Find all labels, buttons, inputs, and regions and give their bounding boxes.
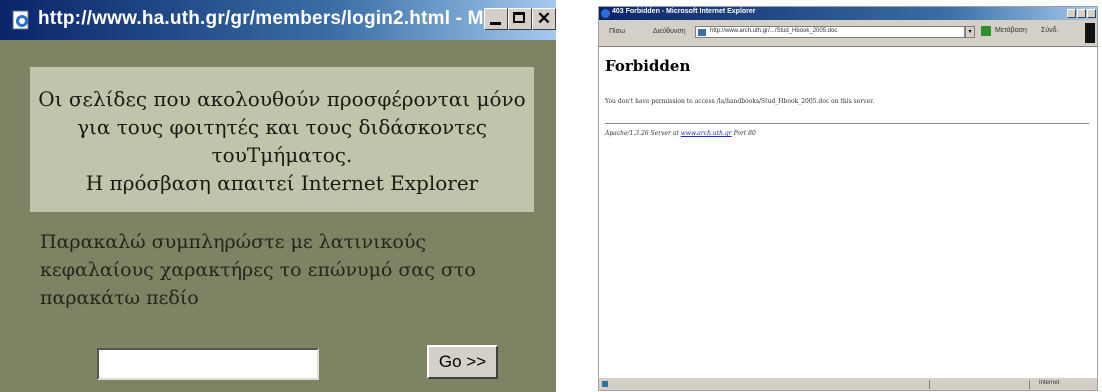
login-popup-window: http://www.ha.uth.gr/gr/members/login2.h… (0, 0, 556, 392)
maximize-button[interactable] (1077, 9, 1086, 18)
page-heading: Forbidden (605, 57, 691, 75)
surname-input[interactable] (97, 348, 319, 380)
ie-logo-icon (601, 9, 610, 18)
close-button[interactable]: ✕ (532, 8, 556, 30)
status-bar: Internet (599, 377, 1097, 390)
maximize-icon (513, 12, 525, 23)
address-bar[interactable]: http://www.arch.uth.gr/.../Stud_Hbook_20… (695, 26, 965, 38)
notice-line: για τους φοιτητές και τους διδάσκοντες (77, 115, 487, 139)
minimize-icon (490, 22, 501, 25)
window-title: http://www.ha.uth.gr/gr/members/login2.h… (38, 8, 506, 29)
links-button[interactable]: Σύνδ. (1041, 27, 1059, 34)
server-host-link[interactable]: www.arch.uth.gr (681, 130, 732, 137)
go-button[interactable]: Go >> (427, 345, 498, 379)
access-notice-text: Οι σελίδες που ακολουθούν προσφέρονται μ… (30, 85, 534, 197)
page-icon (698, 29, 706, 36)
minimize-button[interactable] (1067, 9, 1076, 18)
title-bar[interactable]: http://www.ha.uth.gr/gr/members/login2.h… (0, 0, 556, 40)
page-content: Forbidden You don't have permission to a… (599, 47, 1097, 377)
address-label: Διεύθυνση (653, 28, 686, 35)
browser-window-title: 403 Forbidden - Microsoft Internet Explo… (612, 8, 756, 15)
notice-line: Οι σελίδες που ακολουθούν προσφέρονται μ… (38, 87, 526, 111)
go-arrow-icon[interactable] (981, 26, 991, 36)
minimize-button[interactable] (484, 8, 508, 30)
go-label[interactable]: Μετάβαση (995, 27, 1027, 34)
maximize-button[interactable] (508, 8, 532, 30)
windows-logo-icon (1085, 23, 1095, 43)
status-separator (1029, 380, 1030, 389)
address-dropdown-button[interactable]: ▾ (965, 26, 975, 38)
address-url: http://www.arch.uth.gr/.../Stud_Hbook_20… (710, 28, 838, 34)
close-icon: ✕ (536, 9, 552, 28)
surname-prompt: Παρακαλώ συμπληρώστε με λατινικούς κεφαλ… (40, 231, 476, 309)
ie-page-icon (12, 10, 29, 30)
browser-window: 403 Forbidden - Microsoft Internet Explo… (598, 6, 1098, 391)
notice-line: τουΤμήματος. (211, 143, 353, 167)
access-notice-box: Οι σελίδες που ακολουθούν προσφέρονται μ… (30, 67, 534, 212)
close-button[interactable] (1087, 9, 1096, 18)
status-page-icon (602, 381, 608, 387)
error-message: You don't have permission to access /la/… (605, 98, 875, 105)
browser-toolbar: Πίσω Διεύθυνση http://www.arch.uth.gr/..… (599, 20, 1097, 47)
server-suffix: Port 80 (733, 130, 756, 137)
status-separator (929, 380, 930, 389)
server-signature: Apache/1.3.26 Server at www.arch.uth.gr … (605, 130, 756, 137)
notice-line: Η πρόσβαση απαιτεί Internet Explorer (85, 171, 479, 195)
divider (605, 123, 1089, 124)
security-zone: Internet (1039, 380, 1060, 386)
browser-title-bar[interactable]: 403 Forbidden - Microsoft Internet Explo… (599, 7, 1097, 20)
server-prefix: Apache/1.3.26 Server at (605, 130, 679, 137)
back-button[interactable]: Πίσω (609, 28, 625, 35)
